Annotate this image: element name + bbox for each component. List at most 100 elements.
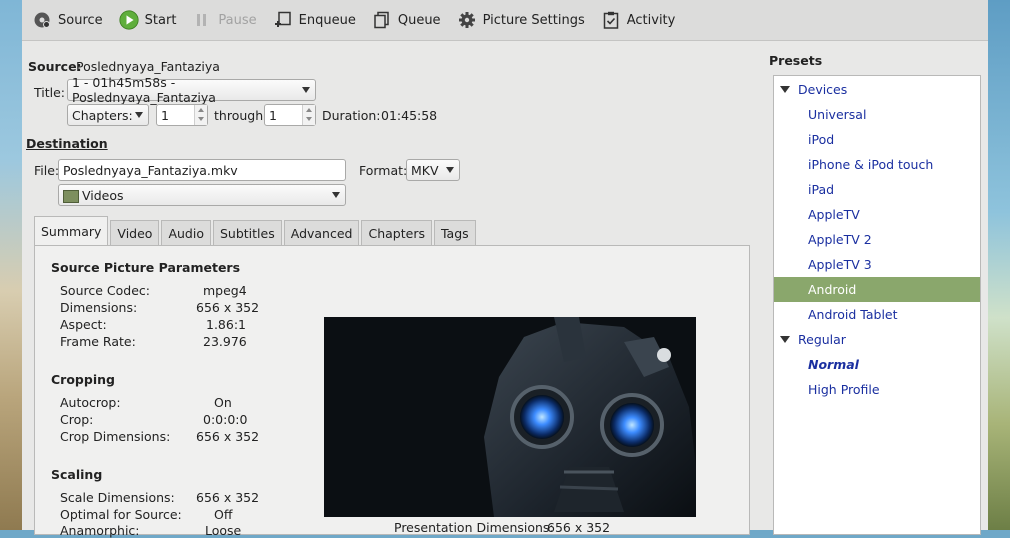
file-label: File: [34,163,60,178]
enqueue-button[interactable]: Enqueue [267,4,362,36]
format-value: MKV [411,162,439,178]
crop-label: Crop: [60,412,94,427]
dimensions-label: Dimensions: [60,300,138,315]
title-label: Title: [34,85,65,100]
range-start-stepper[interactable]: 1 [156,104,208,126]
preset-item-ipod[interactable]: iPod [774,127,980,152]
preset-group-devices[interactable]: Devices [774,77,980,102]
preset-group-label: Regular [798,332,846,347]
preset-item-normal[interactable]: Normal [774,352,980,377]
file-name-value: Poslednyaya_Fantaziya.mkv [63,162,238,178]
chevron-down-icon [332,192,340,198]
preview-image[interactable] [324,317,696,517]
aspect-label: Aspect: [60,317,107,332]
crop-dimensions-value: 656 x 352 [196,429,260,444]
frame-rate-value: 23.976 [203,334,247,349]
title-select[interactable]: 1 - 01h45m58s - Poslednyaya_Fantaziya [67,75,316,105]
start-button-label: Start [144,12,177,28]
crop-dimensions-label: Crop Dimensions: [60,429,171,444]
preset-item-ipad[interactable]: iPad [774,177,980,202]
activity-button-label: Activity [626,12,676,28]
cropping-heading: Cropping [51,372,115,387]
pause-button[interactable]: Pause [186,4,262,36]
duration-value: 01:45:58 [381,108,438,123]
presets-heading: Presets [769,53,823,68]
autocrop-label: Autocrop: [60,395,121,410]
activity-button[interactable]: Activity [595,4,682,36]
preset-item-appletv-3[interactable]: AppleTV 3 [774,252,980,277]
source-disc-icon [32,10,52,30]
file-name-field[interactable]: Poslednyaya_Fantaziya.mkv [58,159,346,181]
chevron-down-icon [135,112,143,118]
pause-button-label: Pause [218,12,257,28]
preset-item-universal[interactable]: Universal [774,102,980,127]
presentation-dimensions-label: Presentation Dimensions: [394,520,554,535]
format-select[interactable]: MKV [406,159,460,181]
tab-subtitles[interactable]: Subtitles [212,220,282,246]
tab-chapters[interactable]: Chapters [361,220,432,246]
range-end-stepper[interactable]: 1 [264,104,316,126]
preset-item-android[interactable]: Android [774,277,980,302]
anamorphic-label: Anamorphic: [60,523,140,538]
source-name: Poslednyaya_Fantaziya [76,59,220,74]
queue-button[interactable]: Queue [366,4,447,36]
preset-item-appletv[interactable]: AppleTV [774,202,980,227]
frame-rate-label: Frame Rate: [60,334,136,349]
preset-item-iphone-ipod-touch[interactable]: iPhone & iPod touch [774,152,980,177]
aspect-value: 1.86:1 [206,317,246,332]
stepper-up-icon[interactable] [306,108,312,112]
folder-value: Videos [82,187,124,203]
crop-value: 0:0:0:0 [203,412,248,427]
tab-video[interactable]: Video [110,220,160,246]
tab-tags[interactable]: Tags [433,220,476,246]
preset-item-android-tablet[interactable]: Android Tablet [774,302,980,327]
source-button[interactable]: Source [26,4,109,36]
folder-icon [63,189,79,203]
source-button-label: Source [58,12,103,28]
duration-label: Duration: [322,108,381,123]
start-button[interactable]: Start [113,4,183,36]
picture-settings-button-label: Picture Settings [482,12,585,28]
title-select-value: 1 - 01h45m58s - Poslednyaya_Fantaziya [72,75,216,105]
preset-item-high-profile[interactable]: High Profile [774,377,980,402]
enqueue-icon [273,10,293,30]
format-label: Format: [359,163,408,178]
stepper-down-icon[interactable] [306,117,312,121]
preset-item-appletv-2[interactable]: AppleTV 2 [774,227,980,252]
desktop-background-left [0,0,22,530]
through-label: through [214,108,264,123]
desktop-background-right [988,0,1010,530]
picture-settings-button[interactable]: Picture Settings [451,4,591,36]
toolbar: Source Start Pause Enqueue Queue Picture… [22,0,988,41]
expander-down-icon[interactable] [780,336,790,343]
enqueue-button-label: Enqueue [298,12,356,28]
anamorphic-value: Loose [205,523,242,538]
queue-icon [372,10,392,30]
stepper-up-icon[interactable] [198,108,204,112]
autocrop-value: On [214,395,232,410]
optimal-for-source-label: Optimal for Source: [60,507,182,522]
scaling-heading: Scaling [51,467,103,482]
source-codec-label: Source Codec: [60,283,150,298]
preset-group-label: Devices [798,82,848,97]
destination-folder-select[interactable]: Videos [58,184,346,206]
range-end-value: 1 [269,108,277,123]
gear-icon [457,10,477,30]
queue-button-label: Queue [397,12,441,28]
clipboard-check-icon [601,10,621,30]
range-mode-value: Chapters: [72,107,133,123]
range-start-value: 1 [161,108,169,123]
source-codec-value: mpeg4 [203,283,247,298]
expander-down-icon[interactable] [780,86,790,93]
play-icon [119,10,139,30]
tab-summary[interactable]: Summary [34,216,109,246]
chevron-down-icon [302,87,310,93]
tab-advanced[interactable]: Advanced [283,220,360,246]
stepper-down-icon[interactable] [198,117,204,121]
preset-group-regular[interactable]: Regular [774,327,980,352]
presentation-dimensions-value: 656 x 352 [547,520,611,535]
range-mode-select[interactable]: Chapters: [67,104,149,126]
tab-audio[interactable]: Audio [161,220,211,246]
source-params-heading: Source Picture Parameters [51,260,241,275]
handbrake-window: Source Start Pause Enqueue Queue Picture… [22,0,988,538]
